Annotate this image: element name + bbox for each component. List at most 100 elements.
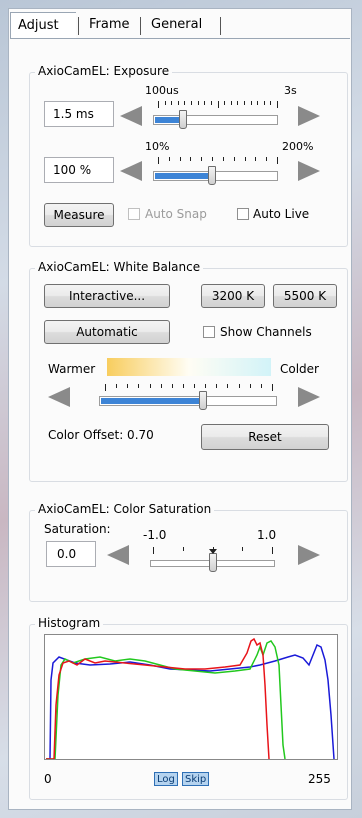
slider-tick	[266, 157, 267, 161]
tab-separator	[78, 17, 79, 35]
automatic-button[interactable]: Automatic	[44, 320, 170, 344]
color-saturation-group-title: AxioCamEL: Color Saturation	[35, 502, 215, 516]
saturation-decrease-arrow-icon[interactable]	[107, 545, 129, 565]
saturation-increase-arrow-icon[interactable]	[298, 545, 320, 565]
exposure-time-slider-track[interactable]	[153, 115, 278, 125]
tab-adjust[interactable]: Adjust	[10, 12, 76, 38]
histogram-red-curve	[46, 637, 270, 760]
measure-button[interactable]: Measure	[44, 203, 114, 227]
slider-tick	[201, 157, 202, 161]
white-balance-slider-track[interactable]	[99, 396, 277, 406]
saturation-label: Saturation:	[44, 522, 111, 536]
slider-tick	[204, 101, 205, 105]
slider-tick	[105, 384, 106, 391]
slider-tick	[116, 384, 117, 388]
histogram-plot	[44, 634, 338, 760]
reset-button[interactable]: Reset	[201, 424, 329, 450]
intensity-field[interactable]: 100 %	[44, 157, 114, 183]
slider-tick	[205, 384, 206, 388]
auto-live-checkbox[interactable]	[237, 208, 249, 220]
histogram-green-curve	[46, 640, 286, 760]
white-balance-slider-fill	[101, 398, 201, 404]
exposure-time-min-label: 100us	[145, 84, 179, 97]
warmer-label: Warmer	[48, 362, 96, 376]
slider-tick	[244, 101, 245, 105]
slider-tick	[270, 101, 271, 105]
slider-tick	[277, 101, 278, 108]
colder-label: Colder	[280, 362, 319, 376]
slider-tick	[211, 101, 212, 105]
exposure-time-ticks	[158, 101, 278, 109]
slider-tick	[216, 384, 217, 388]
histogram-min-label: 0	[44, 772, 52, 786]
slider-tick	[178, 101, 179, 105]
slider-tick	[138, 384, 139, 388]
white-balance-ticks	[105, 384, 273, 392]
tab-underline	[10, 38, 350, 39]
slider-tick	[190, 157, 191, 161]
saturation-slider-thumb[interactable]	[209, 553, 217, 572]
exposure-time-decrease-arrow-icon[interactable]	[120, 106, 142, 126]
intensity-slider-fill	[155, 173, 210, 179]
auto-snap-checkbox[interactable]	[128, 208, 140, 220]
slider-tick	[224, 101, 225, 105]
slider-tick	[158, 101, 159, 108]
saturation-field[interactable]: 0.0	[46, 541, 96, 567]
intensity-increase-arrow-icon[interactable]	[298, 161, 320, 181]
exposure-time-field[interactable]: 1.5 ms	[44, 101, 114, 127]
exposure-time-max-label: 3s	[284, 84, 297, 97]
auto-snap-label: Auto Snap	[145, 207, 207, 221]
color-offset-label: Color Offset: 0.70	[48, 428, 154, 442]
slider-tick	[239, 384, 240, 388]
interactive-button[interactable]: Interactive...	[44, 284, 170, 308]
slider-tick	[161, 384, 162, 388]
intensity-max-label: 200%	[282, 140, 314, 153]
histogram-svg	[46, 637, 335, 760]
slider-tick	[227, 384, 228, 388]
slider-tick	[257, 101, 258, 105]
slider-tick	[245, 157, 246, 161]
slider-tick	[183, 384, 184, 388]
slider-tick	[264, 101, 265, 105]
tab-separator	[140, 17, 141, 35]
histogram-blue-curve	[46, 643, 335, 760]
white-balance-increase-arrow-icon[interactable]	[298, 387, 320, 407]
slider-tick	[272, 547, 273, 554]
saturation-max-label: 1.0	[257, 528, 277, 542]
5500k-button[interactable]: 5500 K	[273, 284, 337, 308]
show-channels-checkbox[interactable]	[203, 326, 215, 338]
3200k-button[interactable]: 3200 K	[201, 284, 265, 308]
exposure-group-title: AxioCamEL: Exposure	[35, 64, 173, 78]
slider-tick	[218, 101, 219, 108]
log-button[interactable]: Log	[154, 772, 178, 786]
slider-tick	[194, 384, 195, 388]
exposure-time-slider-fill	[155, 117, 181, 123]
white-balance-slider-thumb[interactable]	[199, 391, 207, 410]
tab-general[interactable]: General	[144, 12, 216, 38]
slider-tick	[231, 101, 232, 105]
slider-tick	[250, 384, 251, 388]
exposure-time-increase-arrow-icon[interactable]	[298, 106, 320, 126]
slider-tick	[172, 384, 173, 388]
intensity-slider-thumb[interactable]	[208, 166, 216, 185]
skip-button[interactable]: Skip	[182, 772, 210, 786]
tab-frame[interactable]: Frame	[82, 12, 138, 38]
color-temperature-gradient	[107, 358, 271, 376]
slider-tick	[127, 384, 128, 388]
slider-tick	[183, 547, 184, 551]
slider-tick	[212, 157, 213, 161]
histogram-max-label: 255	[308, 772, 331, 786]
exposure-time-slider-thumb[interactable]	[179, 110, 187, 129]
slider-tick	[171, 101, 172, 105]
intensity-decrease-arrow-icon[interactable]	[120, 161, 142, 181]
white-balance-decrease-arrow-icon[interactable]	[48, 387, 70, 407]
slider-tick	[180, 157, 181, 161]
saturation-min-label: -1.0	[143, 528, 167, 542]
slider-tick	[223, 157, 224, 161]
histogram-group-title: Histogram	[35, 616, 104, 630]
slider-tick	[198, 101, 199, 105]
slider-tick	[191, 101, 192, 105]
saturation-default-marker-icon	[209, 549, 217, 554]
slider-tick	[272, 384, 273, 391]
slider-tick	[169, 157, 170, 161]
